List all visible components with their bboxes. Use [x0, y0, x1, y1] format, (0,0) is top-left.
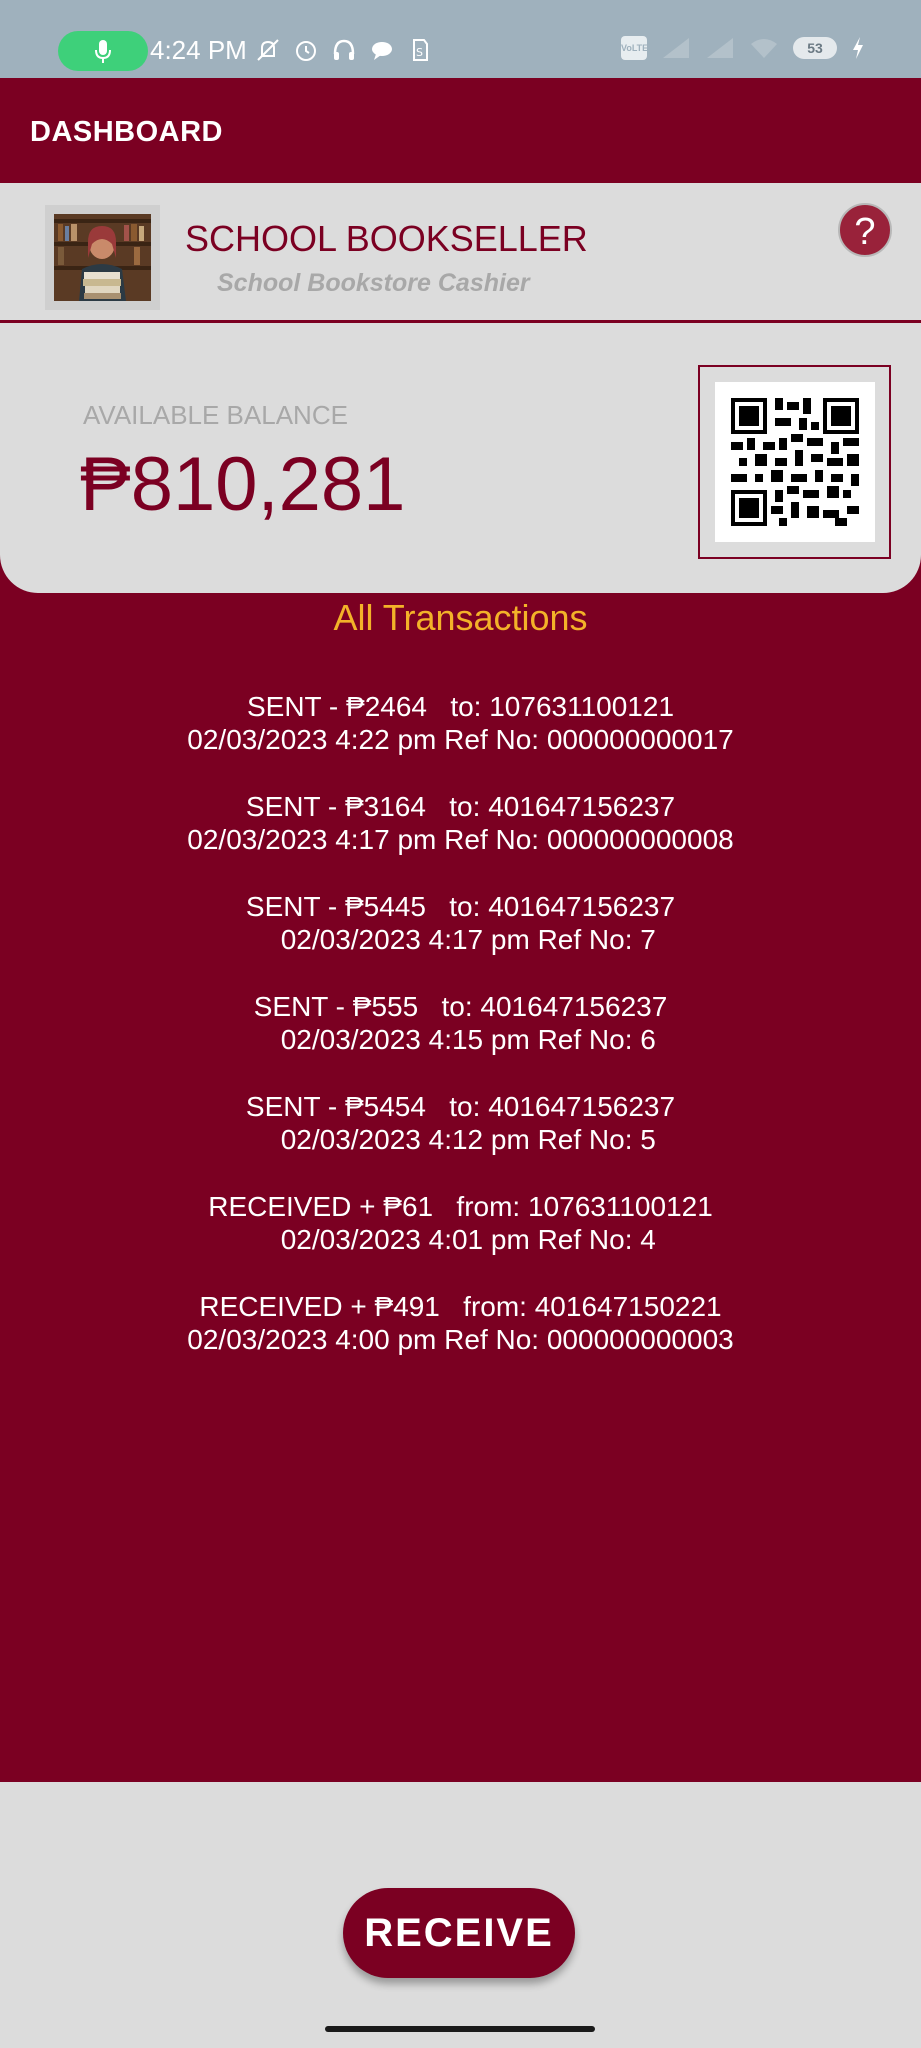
sim-icon: S	[406, 36, 434, 64]
page-title: DASHBOARD	[30, 116, 223, 148]
signal-icon	[663, 38, 689, 58]
transaction-item[interactable]: SENT - ₱2464 to: 107631100121 02/03/2023…	[0, 690, 921, 790]
qr-code	[715, 382, 875, 542]
battery-icon: 53	[793, 37, 837, 59]
transaction-summary: SENT - ₱5445 to: 401647156237	[245, 891, 676, 922]
avatar[interactable]	[45, 205, 160, 310]
chat-icon	[368, 36, 396, 64]
qr-code-icon	[731, 398, 859, 526]
profile-role: School Bookstore Cashier	[217, 269, 530, 297]
app-bar: DASHBOARD	[0, 78, 921, 183]
transaction-summary: SENT - ₱5454 to: 401647156237	[245, 1091, 676, 1122]
transaction-item[interactable]: SENT - ₱5454 to: 401647156237 02/03/2023…	[0, 1090, 921, 1190]
transaction-summary: SENT - ₱3164 to: 401647156237	[245, 791, 676, 822]
transaction-details: 02/03/2023 4:12 pm Ref No: 5	[265, 1124, 656, 1155]
transaction-item[interactable]: SENT - ₱5445 to: 401647156237 02/03/2023…	[0, 890, 921, 990]
status-bar: 4:24 PM S VoLTE 53	[0, 0, 921, 78]
system-icons: VoLTE 53	[621, 36, 865, 60]
receive-button[interactable]: RECEIVE	[343, 1888, 575, 1978]
transaction-item[interactable]: RECEIVED + ₱61 from: 107631100121 02/03/…	[0, 1190, 921, 1290]
transaction-details: 02/03/2023 4:17 pm Ref No: 000000000008	[187, 824, 734, 855]
bottom-bar: RECEIVE	[0, 1782, 921, 2048]
status-time: 4:24 PM	[150, 35, 247, 65]
charging-icon	[853, 37, 863, 59]
transaction-item[interactable]: RECEIVED + ₱491 from: 401647150221 02/03…	[0, 1290, 921, 1390]
transactions-title: All Transactions	[333, 597, 588, 638]
mic-icon	[95, 40, 111, 63]
alarm-icon	[292, 36, 320, 64]
home-indicator[interactable]	[325, 2026, 595, 2032]
transaction-summary: RECEIVED + ₱491 from: 401647150221	[199, 1291, 722, 1322]
balance-label: AVAILABLE BALANCE	[83, 400, 348, 430]
battery-level: 53	[807, 40, 823, 56]
help-button[interactable]: ?	[838, 203, 892, 257]
profile-card: SCHOOL BOOKSELLER School Bookstore Cashi…	[0, 183, 921, 323]
transaction-summary: RECEIVED + ₱61 from: 107631100121	[208, 1191, 713, 1222]
transaction-details: 02/03/2023 4:00 pm Ref No: 000000000003	[187, 1324, 734, 1355]
mic-indicator[interactable]	[58, 31, 148, 71]
headphones-icon	[330, 36, 358, 64]
svg-text:S: S	[416, 46, 423, 59]
transaction-details: 02/03/2023 4:22 pm Ref No: 000000000017	[187, 724, 734, 755]
signal-2-icon	[707, 38, 733, 58]
balance-card: AVAILABLE BALANCE ₱810,281	[0, 323, 921, 593]
wifi-icon	[751, 39, 777, 58]
transaction-item[interactable]: SENT - ₱3164 to: 401647156237 02/03/2023…	[0, 790, 921, 890]
avatar-photo	[54, 214, 151, 301]
transaction-summary: SENT - ₱555 to: 401647156237	[253, 991, 668, 1022]
mute-icon	[254, 36, 282, 64]
transaction-details: 02/03/2023 4:17 pm Ref No: 7	[265, 924, 656, 955]
transaction-summary: SENT - ₱2464 to: 107631100121	[246, 691, 675, 722]
qr-code-button[interactable]	[698, 365, 891, 559]
transactions-list: SENT - ₱2464 to: 107631100121 02/03/2023…	[0, 690, 921, 1390]
volte-icon: VoLTE	[621, 36, 648, 60]
balance-value: ₱810,281	[80, 442, 406, 527]
transaction-item[interactable]: SENT - ₱555 to: 401647156237 02/03/2023 …	[0, 990, 921, 1090]
profile-name: SCHOOL BOOKSELLER	[185, 218, 588, 259]
transaction-details: 02/03/2023 4:01 pm Ref No: 4	[265, 1224, 656, 1255]
transaction-details: 02/03/2023 4:15 pm Ref No: 6	[265, 1024, 656, 1055]
notification-icons: S	[254, 36, 434, 64]
